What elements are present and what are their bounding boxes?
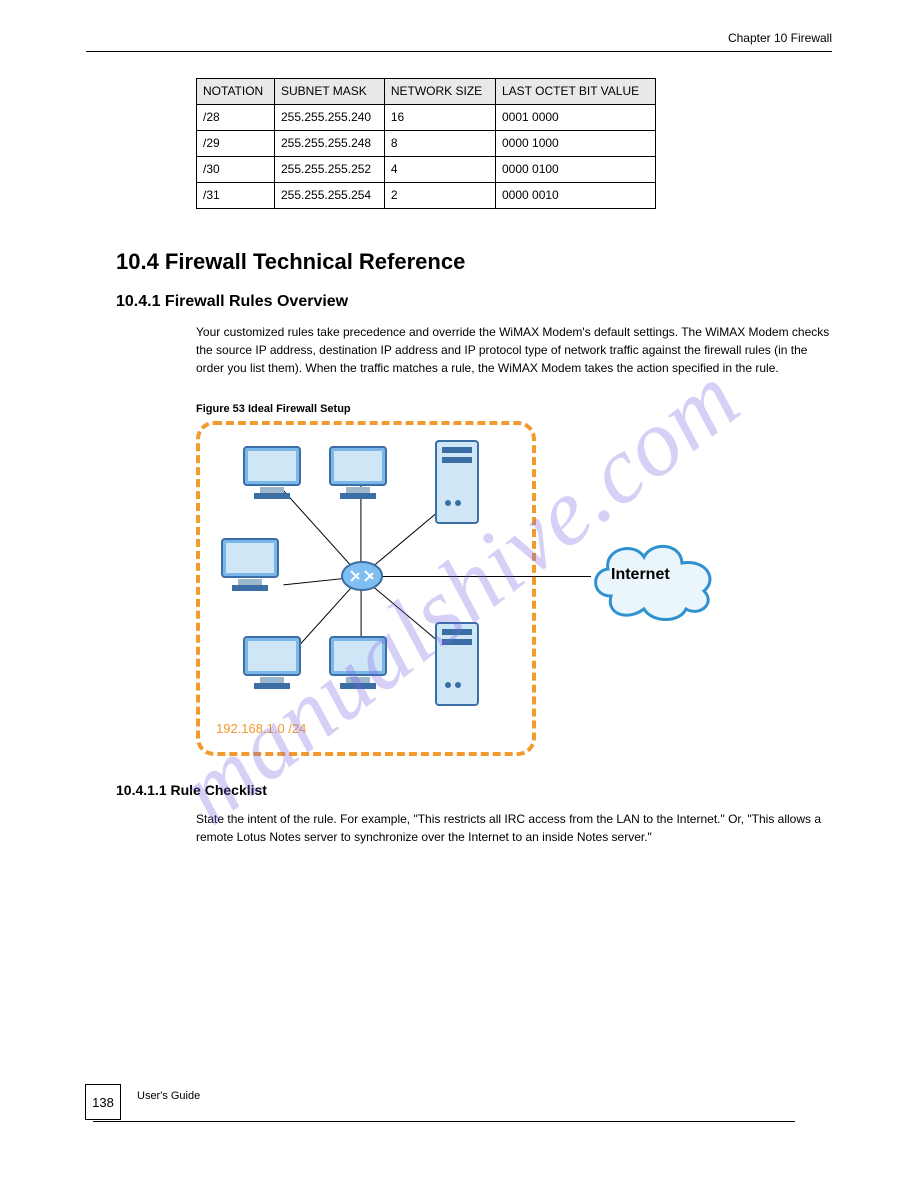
table-row: /30 255.255.255.252 4 0000 0100	[197, 157, 656, 183]
table-row: /31 255.255.255.254 2 0000 0010	[197, 183, 656, 209]
subnet-table: NOTATION SUBNET MASK NETWORK SIZE LAST O…	[196, 78, 656, 209]
col-subnet: SUBNET MASK	[275, 79, 385, 105]
heading-3: 10.4.1.1 Rule Checklist	[116, 782, 832, 798]
page-content: Chapter 10 Firewall NOTATION SUBNET MASK…	[85, 30, 833, 1134]
monitor-icon	[326, 441, 390, 505]
table-header-row: NOTATION SUBNET MASK NETWORK SIZE LAST O…	[197, 79, 656, 105]
server-icon	[434, 621, 480, 707]
figure-caption: Figure 53 Ideal Firewall Setup	[196, 403, 832, 415]
page-footer: 138 User's Guide	[85, 1084, 833, 1134]
footer-rule	[93, 1121, 795, 1122]
col-size: NETWORK SIZE	[384, 79, 495, 105]
footer-label: User's Guide	[137, 1090, 200, 1102]
col-notation: NOTATION	[197, 79, 275, 105]
router-icon	[341, 559, 383, 593]
paragraph-rule-checklist: State the intent of the rule. For exampl…	[196, 810, 832, 846]
paragraph-rules-overview: Your customized rules take precedence an…	[196, 323, 832, 377]
monitor-icon	[326, 631, 390, 695]
header-rule	[86, 51, 832, 52]
monitor-icon	[240, 631, 304, 695]
heading-1: 10.4 Firewall Technical Reference	[116, 249, 832, 275]
network-label: 192.168.1.0 /24	[216, 721, 306, 736]
heading-2: 10.4.1 Firewall Rules Overview	[116, 293, 832, 311]
monitor-icon	[218, 533, 282, 597]
table-row: /29 255.255.255.248 8 0000 1000	[197, 131, 656, 157]
running-header: Chapter 10 Firewall	[86, 31, 832, 51]
monitor-icon	[240, 441, 304, 505]
table-row: /28 255.255.255.240 16 0001 0000	[197, 105, 656, 131]
figure-ideal-firewall: Internet 192.168.1.0 /24	[196, 421, 721, 756]
cloud-label: Internet	[611, 566, 670, 584]
server-icon	[434, 439, 480, 525]
col-bitvalue: LAST OCTET BIT VALUE	[495, 79, 655, 105]
page-number: 138	[85, 1084, 121, 1120]
